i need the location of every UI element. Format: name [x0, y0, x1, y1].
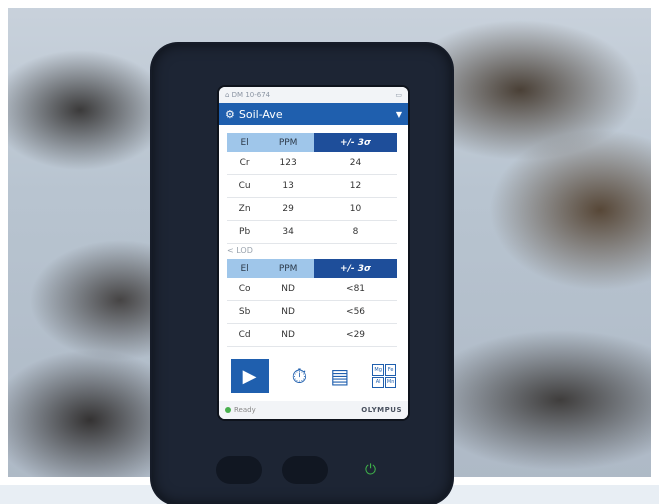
header-error[interactable]: +/- 3σ — [314, 259, 397, 278]
ready-indicator-icon — [225, 407, 231, 413]
brand-logo: OLYMPUS — [361, 406, 402, 414]
lod-header-row: El PPM +/- 3σ — [227, 259, 397, 278]
ppm-cell: 13 — [262, 174, 315, 198]
element-cell: Sb — [227, 300, 263, 324]
ppm-cell: 34 — [262, 220, 315, 244]
status-bar: ⌂ DM 10-674 ▭ — [219, 87, 408, 103]
table-row: Co ND <81 — [227, 278, 397, 301]
title-bar[interactable]: ⚙ Soil-Ave ▼ — [219, 103, 408, 125]
ppm-cell: ND — [262, 323, 315, 347]
chevron-down-icon[interactable]: ▼ — [396, 110, 402, 119]
mode-title: Soil-Ave — [238, 107, 283, 121]
error-cell: <81 — [314, 278, 397, 301]
table-row: Cd ND <29 — [227, 323, 397, 347]
element-cell: Pb — [227, 220, 263, 244]
header-element[interactable]: El — [227, 133, 263, 152]
results-table: El PPM +/- 3σ Cr 123 24 Cu 13 12 Zn 29 10 Pb 34… — [227, 133, 397, 244]
error-cell: <56 — [314, 300, 397, 324]
header-error[interactable]: +/- 3σ — [314, 133, 397, 152]
element-cell: Cr — [227, 152, 263, 175]
lod-section-label: < LOD — [227, 246, 253, 255]
element-cell: Zn — [227, 197, 263, 221]
error-cell: <29 — [314, 323, 397, 347]
table-row: Zn 29 10 — [227, 197, 397, 221]
footer-bar: Ready OLYMPUS — [219, 401, 408, 419]
ppm-cell: 29 — [262, 197, 315, 221]
status-text: DM 10-674 — [231, 91, 271, 99]
error-cell: 8 — [314, 220, 397, 244]
element-cell: Co — [227, 278, 263, 301]
header-ppm[interactable]: PPM — [262, 133, 315, 152]
error-cell: 24 — [314, 152, 397, 175]
periodic-cell: Mn — [384, 376, 397, 388]
status-label: Ready — [234, 406, 256, 414]
table-row: Cu 13 12 — [227, 174, 397, 198]
error-cell: 12 — [314, 174, 397, 198]
play-button[interactable]: ▶ — [230, 359, 269, 393]
device-screen: ⌂ DM 10-674 ▭ ⚙ Soil-Ave ▼ El PPM +/- 3σ… — [219, 87, 408, 419]
header-element[interactable]: El — [227, 259, 263, 278]
stopwatch-icon[interactable]: ⏱ — [292, 364, 308, 388]
lod-table: El PPM +/- 3σ Co ND <81 Sb ND <56 Cd ND <29 — [227, 259, 397, 347]
periodic-cell: Fe — [384, 364, 397, 376]
periodic-table-button[interactable]: Mg Fe Al Mn — [372, 364, 397, 388]
ppm-cell: ND — [262, 278, 315, 301]
error-cell: 10 — [314, 197, 397, 221]
gear-icon[interactable]: ⚙ — [225, 108, 235, 121]
element-cell: Cu — [227, 174, 263, 198]
table-row: Cr 123 24 — [227, 152, 397, 175]
element-cell: Cd — [227, 323, 263, 347]
ready-status: Ready — [225, 406, 256, 414]
ppm-cell: 123 — [262, 152, 315, 175]
table-row: Sb ND <56 — [227, 300, 397, 324]
header-ppm[interactable]: PPM — [262, 259, 315, 278]
power-icon[interactable]: ⏻ — [365, 462, 376, 478]
play-icon: ▶ — [242, 365, 257, 387]
results-header-row: El PPM +/- 3σ — [227, 133, 397, 152]
battery-icon: ▭ — [395, 91, 402, 99]
device-button-middle[interactable] — [282, 456, 328, 484]
message-icon[interactable]: ▤ — [330, 364, 349, 388]
status-left: ⌂ DM 10-674 — [225, 91, 271, 99]
action-toolbar: ▶ ⏱ ▤ Mg Fe Al Mn — [219, 353, 408, 399]
periodic-cell: Al — [372, 376, 384, 388]
table-row: Pb 34 8 — [227, 220, 397, 244]
ppm-cell: ND — [262, 300, 315, 324]
periodic-cell: Mg — [372, 364, 384, 376]
device-button-left[interactable] — [216, 456, 262, 484]
